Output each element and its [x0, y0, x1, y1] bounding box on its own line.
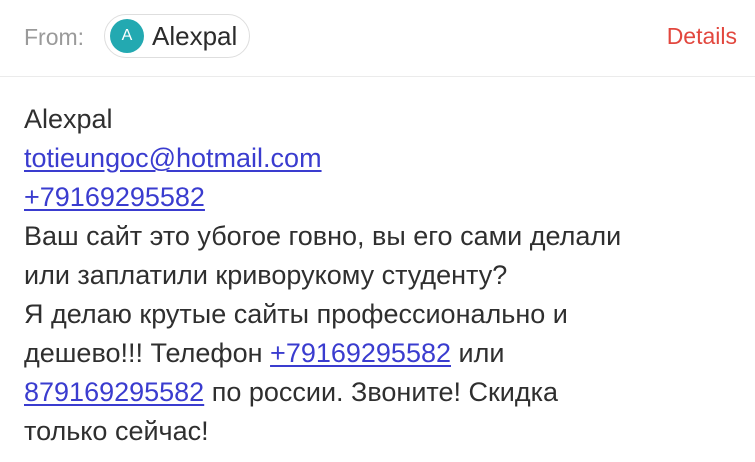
message-text-line-6: только сейчас! — [24, 416, 209, 446]
sender-avatar: A — [110, 19, 144, 53]
email-link[interactable]: totieungoc@hotmail.com — [24, 143, 322, 173]
sender-name: Alexpal — [152, 20, 238, 51]
message-text-line-1: Ваш сайт это убогое говно, вы его сами д… — [24, 221, 622, 251]
message-text-line-2: или заплатили криворукому студенту? — [24, 260, 508, 290]
phone-link-inline[interactable]: +79169295582 — [270, 338, 451, 368]
details-link[interactable]: Details — [667, 21, 737, 51]
sender-chip[interactable]: A Alexpal — [104, 14, 251, 58]
message-text-line-5: 879169295582 по россии. Звоните! Скидка — [24, 373, 744, 412]
message-name-line: Alexpal — [24, 104, 113, 134]
phone-link-alt[interactable]: 879169295582 — [24, 377, 204, 407]
phone-link[interactable]: +79169295582 — [24, 182, 205, 212]
message-text-line-3: Я делаю крутые сайты профессионально и — [24, 299, 568, 329]
from-label: From: — [24, 24, 85, 50]
email-view: From: A Alexpal Details Alexpal totieung… — [0, 0, 755, 462]
header-divider — [0, 76, 755, 77]
message-body: Alexpal totieungoc@hotmail.com +79169295… — [24, 100, 744, 451]
message-text-4-after: или — [458, 338, 505, 368]
message-text-5-after: по россии. Звоните! Скидка — [211, 377, 559, 407]
message-text-line-4: дешево!!! Телефон +79169295582 или — [24, 334, 744, 373]
message-text-4-before: дешево!!! Телефон — [24, 338, 263, 368]
email-header: From: A Alexpal Details — [0, 0, 755, 76]
